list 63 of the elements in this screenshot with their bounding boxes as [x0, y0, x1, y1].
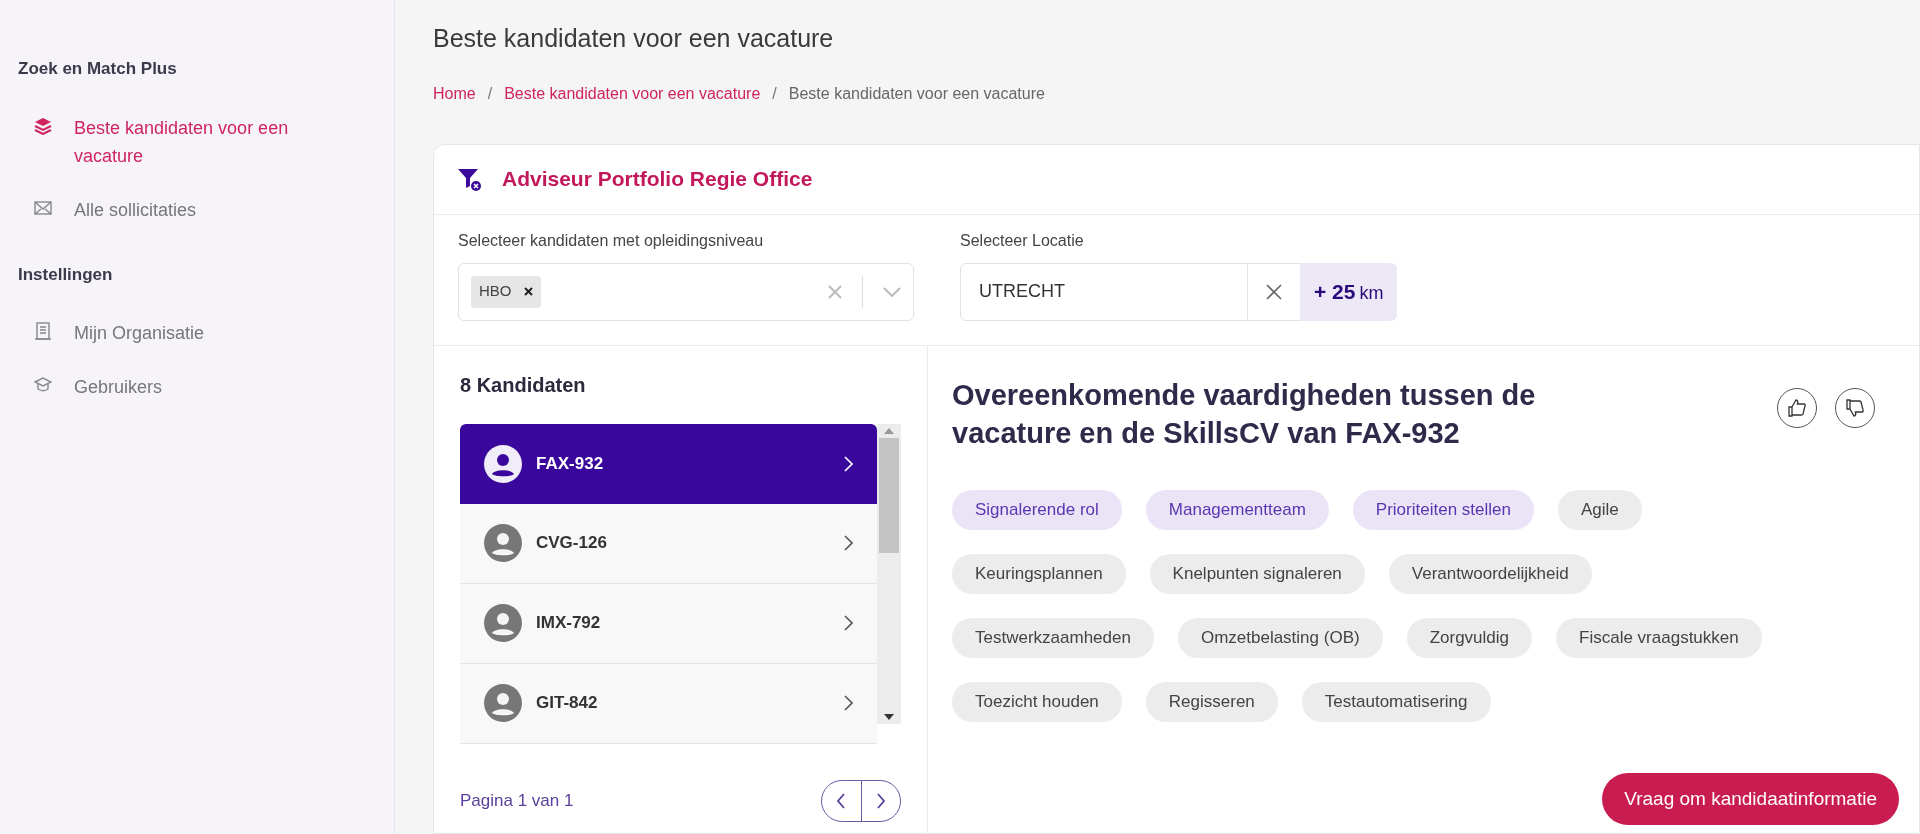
candidate-item[interactable]: GIT-842 [460, 663, 877, 744]
location-input[interactable]: UTRECHT [960, 262, 1248, 321]
chevron-right-icon [875, 792, 886, 809]
pagination-text: Pagina 1 van 1 [460, 789, 574, 812]
breadcrumb-separator: / [487, 83, 493, 104]
thumbs-up-icon [1787, 397, 1807, 418]
scroll-thumb[interactable] [879, 437, 899, 553]
filter-remove-icon[interactable] [456, 166, 482, 192]
hbo-tag: HBO [471, 275, 541, 308]
sidebar-item[interactable]: Mijn Organisatie [18, 319, 334, 347]
user-avatar-icon [484, 604, 522, 642]
sidebar-item[interactable]: Gebruikers [18, 373, 334, 401]
close-icon [1266, 283, 1282, 300]
candidate-count: 8 Kandidaten [460, 372, 586, 398]
user-avatar-icon [484, 444, 522, 483]
skill-tag: Keuringsplannen [952, 553, 1126, 594]
field-label: Selecteer kandidaten met opleidingsniveau [458, 230, 764, 251]
skills-heading: Overeenkomende vaardigheden tussen de vacature en de SkillsCV van FAX-932 [952, 377, 1537, 451]
chevron-right-icon [844, 695, 853, 711]
skill-tag: Agile [1557, 489, 1642, 530]
thumbs-down-icon [1845, 397, 1865, 418]
chevron-right-icon [844, 455, 853, 472]
page-title: Beste kandidaten voor een vacature [433, 23, 834, 54]
skill-tag: Omzetbelasting (OB) [1177, 617, 1383, 658]
skill-tag: Fiscale vraagstukken [1556, 617, 1762, 658]
skill-tag: Managementteam [1145, 489, 1329, 530]
skill-tag: Regisseren [1145, 681, 1278, 722]
candidate-item[interactable]: FAX-932 [460, 423, 877, 504]
request-info-button[interactable]: Vraag om kandidaatinformatie [1602, 773, 1899, 825]
skill-tag: Verantwoordelijkheid [1388, 553, 1592, 594]
user-avatar-icon [484, 684, 522, 722]
layers-icon [34, 116, 52, 135]
vacancy-title: Adviseur Portfolio Regie Office [502, 166, 813, 193]
scrollbar[interactable] [877, 423, 901, 724]
graduation-cap-icon [34, 376, 52, 394]
chevron-right-icon [844, 615, 853, 631]
skill-tag: Testautomatisering [1301, 681, 1491, 722]
education-select[interactable]: HBO [458, 262, 914, 321]
sidebar-item[interactable]: Beste kandidaten voor een vacature [18, 113, 334, 170]
skill-tag: Toezicht houden [952, 681, 1122, 722]
radius-button[interactable]: + 25 km [1300, 262, 1398, 321]
chevron-left-icon [836, 792, 847, 809]
user-avatar-icon [484, 524, 522, 562]
building-icon [34, 322, 52, 340]
sidebar-section-title: Zoek en Match Plus [18, 58, 177, 80]
skill-tag: Knelpunten signaleren [1149, 553, 1365, 594]
sidebar-item[interactable]: Alle sollicitaties [18, 195, 334, 224]
candidate-item[interactable]: IMX-792 [460, 583, 877, 664]
skill-tag: Prioriteiten stellen [1352, 489, 1534, 530]
envelope-icon [34, 198, 52, 217]
breadcrumb-link[interactable]: Home [433, 81, 476, 106]
remove-tag-icon[interactable] [523, 287, 533, 296]
skill-tag: Zorgvuldig [1406, 617, 1533, 658]
breadcrumb-current: Beste kandidaten voor een vacature [788, 83, 1045, 104]
breadcrumb-link[interactable]: Beste kandidaten voor een vacature [504, 81, 761, 106]
breadcrumb-separator: / [772, 83, 777, 104]
chevron-right-icon [844, 535, 853, 551]
sidebar-section-title: Instellingen [18, 263, 113, 286]
skill-tag: Testwerkzaamheden [952, 617, 1154, 658]
field-label: Selecteer Locatie [960, 230, 1084, 251]
skill-tag: Signalerende rol [952, 489, 1122, 530]
candidate-item[interactable]: CVG-126 [460, 503, 877, 584]
scroll-down-icon[interactable] [884, 713, 894, 720]
